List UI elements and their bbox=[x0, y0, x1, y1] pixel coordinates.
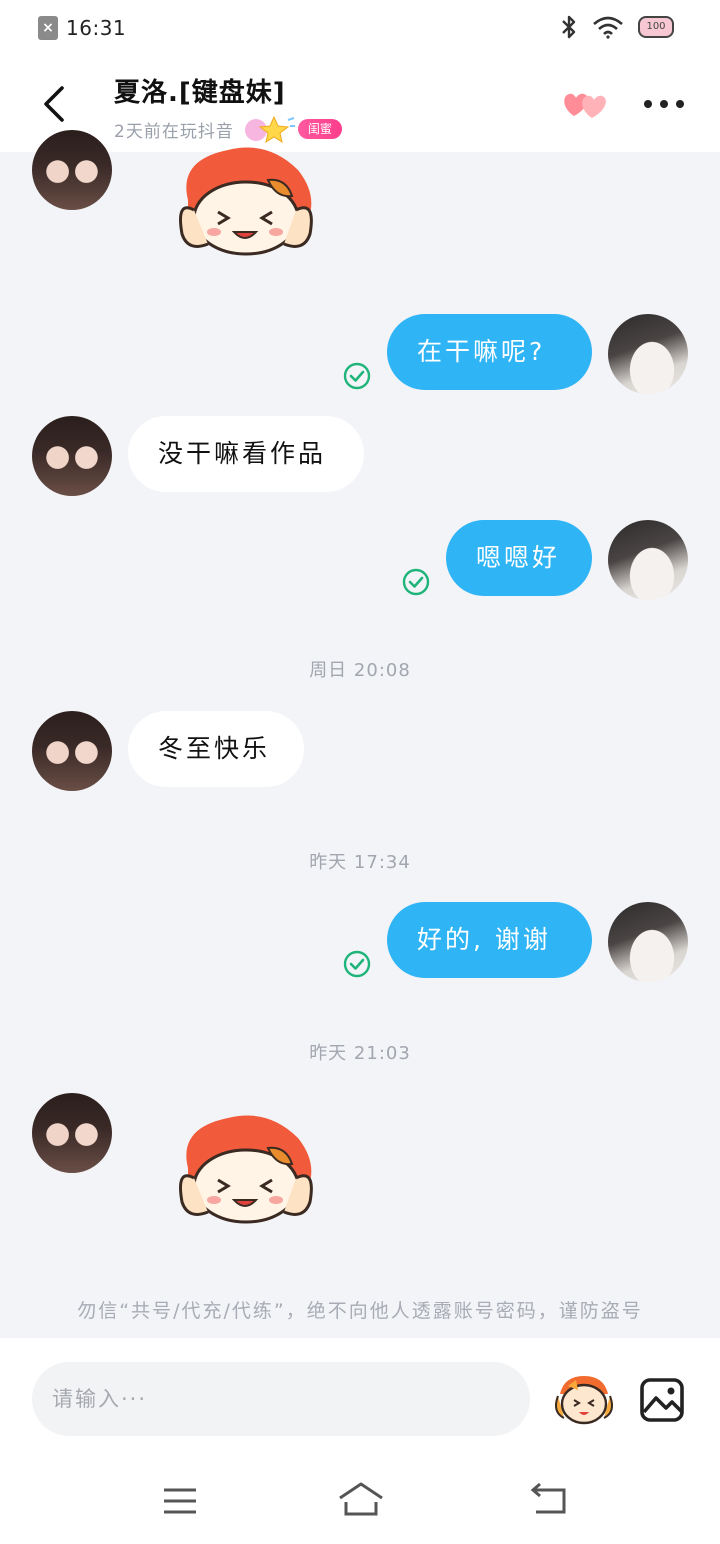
sim-icon: × bbox=[38, 16, 58, 40]
message-bubble-self[interactable]: 在干嘛呢? bbox=[387, 314, 592, 390]
self-avatar[interactable] bbox=[608, 314, 688, 394]
status-right: 100 bbox=[560, 14, 674, 40]
wifi-icon bbox=[593, 16, 623, 39]
online-status: 2天前在玩抖音 bbox=[114, 121, 234, 142]
message-bubble-self[interactable]: 好的, 谢谢 bbox=[387, 902, 592, 978]
sticker-image[interactable] bbox=[168, 1108, 320, 1226]
contact-avatar[interactable] bbox=[32, 711, 112, 791]
timestamp: 周日 20:08 bbox=[309, 660, 411, 681]
bluetooth-icon bbox=[562, 15, 576, 39]
hearts-icon[interactable] bbox=[560, 86, 610, 122]
message-bubble-other[interactable]: 冬至快乐 bbox=[128, 711, 304, 787]
more-dot bbox=[660, 100, 668, 108]
status-time: 16:31 bbox=[66, 16, 127, 40]
return-icon[interactable] bbox=[528, 1482, 570, 1518]
contact-avatar[interactable] bbox=[32, 1093, 112, 1173]
message-bubble-self[interactable]: 嗯嗯好 bbox=[446, 520, 592, 596]
contact-avatar[interactable] bbox=[32, 416, 112, 496]
status-left: × 16:31 bbox=[38, 16, 126, 40]
check-circle-icon bbox=[402, 568, 430, 596]
menu-icon[interactable] bbox=[160, 1486, 200, 1516]
security-warning: 勿信“共号/代充/代练”，绝不向他人透露账号密码，谨防盗号 bbox=[77, 1300, 643, 1322]
check-circle-icon bbox=[343, 950, 371, 978]
relationship-badge: 闺蜜 bbox=[297, 119, 342, 139]
back-arrow-icon[interactable] bbox=[34, 82, 74, 126]
more-button[interactable] bbox=[640, 94, 688, 114]
timestamp: 昨天 21:03 bbox=[309, 1043, 411, 1064]
timestamp: 昨天 17:34 bbox=[309, 852, 411, 873]
sticker-image[interactable] bbox=[168, 140, 320, 258]
system-nav-bar bbox=[0, 1456, 720, 1544]
status-bar: × 16:31 100 bbox=[0, 0, 720, 58]
image-icon[interactable] bbox=[638, 1376, 686, 1424]
contact-avatar[interactable] bbox=[32, 130, 112, 210]
chat-header: 夏洛.[键盘妹] 2天前在玩抖音 闺蜜 bbox=[0, 58, 720, 152]
battery-icon: 100 bbox=[638, 16, 674, 38]
emoji-icon[interactable] bbox=[554, 1372, 614, 1428]
self-avatar[interactable] bbox=[608, 520, 688, 600]
check-circle-icon bbox=[343, 362, 371, 390]
more-dot bbox=[676, 100, 684, 108]
self-avatar[interactable] bbox=[608, 902, 688, 982]
home-icon[interactable] bbox=[336, 1480, 386, 1520]
message-bubble-other[interactable]: 没干嘛看作品 bbox=[128, 416, 364, 492]
more-dot bbox=[644, 100, 652, 108]
message-input[interactable]: 请输入··· bbox=[32, 1362, 530, 1436]
contact-name[interactable]: 夏洛.[键盘妹] bbox=[114, 72, 286, 109]
